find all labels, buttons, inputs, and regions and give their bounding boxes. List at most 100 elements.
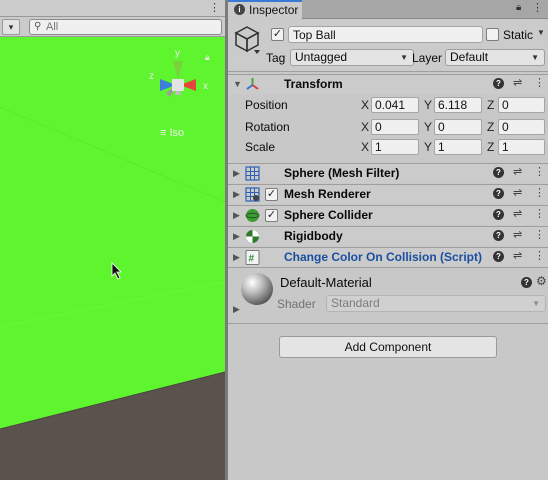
- search-icon: ⚲: [34, 21, 42, 32]
- shader-value: Standard: [331, 296, 380, 310]
- gizmo-lock-icon[interactable]: 🔒︎: [205, 52, 210, 63]
- layer-value: Default: [450, 50, 489, 64]
- component-name: Rigidbody: [284, 229, 343, 243]
- gameobject-cube-icon[interactable]: [234, 25, 260, 55]
- component-name: Mesh Renderer: [284, 187, 371, 201]
- scene-view: ⋮ ▾ ⚲ All y x z 🔒︎ ≡ Iso: [0, 0, 225, 480]
- scene-menu-icon[interactable]: ⋮: [209, 1, 220, 15]
- sphere-collider-enabled-checkbox[interactable]: ✓: [265, 209, 278, 222]
- gear-icon[interactable]: ⚙: [536, 274, 547, 288]
- y-axis-label[interactable]: Y: [424, 140, 432, 154]
- script-icon: #: [245, 250, 260, 265]
- mesh-renderer-enabled-checkbox[interactable]: ✓: [265, 188, 278, 201]
- tag-dropdown[interactable]: Untagged ▼: [290, 49, 414, 66]
- help-icon[interactable]: ?: [493, 251, 504, 262]
- position-label: Position: [245, 98, 288, 112]
- tab-inspector[interactable]: i Inspector: [228, 0, 302, 19]
- projection-label: Iso: [169, 127, 185, 139]
- help-icon[interactable]: ?: [493, 230, 504, 241]
- tag-value: Untagged: [295, 50, 348, 64]
- scene-search-box[interactable]: ⚲: [29, 19, 222, 35]
- mesh-filter-icon: [245, 166, 260, 181]
- mesh-renderer-icon: [245, 187, 260, 202]
- presets-icon[interactable]: ⇌: [513, 186, 522, 199]
- x-axis-label[interactable]: X: [361, 98, 369, 112]
- info-icon: i: [234, 4, 245, 15]
- inspector-menu-icon[interactable]: ⋮: [532, 1, 543, 14]
- scene-search-bar: ▾ ⚲: [0, 17, 225, 37]
- presets-icon[interactable]: ⇌: [513, 165, 522, 178]
- svg-text:x: x: [203, 81, 208, 92]
- component-script[interactable]: ▶ # Change Color On Collision (Script) ?…: [228, 247, 548, 267]
- presets-icon[interactable]: ⇌: [513, 207, 522, 220]
- position-x-field[interactable]: [371, 97, 419, 113]
- scale-z-field[interactable]: [498, 139, 545, 155]
- rotation-y-field[interactable]: [434, 119, 482, 135]
- more-icon[interactable]: ⋮: [534, 186, 545, 199]
- help-icon[interactable]: ?: [493, 209, 504, 220]
- projection-mode[interactable]: ≡ Iso: [160, 127, 184, 139]
- presets-icon[interactable]: ⇌: [513, 228, 522, 241]
- static-dropdown-icon[interactable]: ▼: [537, 28, 545, 37]
- component-transform[interactable]: ▼ Transform ? ⇌ ⋮: [228, 74, 548, 94]
- orientation-gizmo[interactable]: y x z 🔒︎: [148, 45, 214, 119]
- foldout-closed-icon[interactable]: ▶: [233, 168, 240, 179]
- help-icon[interactable]: ?: [521, 277, 532, 288]
- position-y-field[interactable]: [434, 97, 482, 113]
- add-component-button[interactable]: Add Component: [279, 336, 497, 358]
- more-icon[interactable]: ⋮: [534, 249, 545, 262]
- object-name-field[interactable]: [288, 26, 483, 43]
- more-icon[interactable]: ⋮: [534, 76, 545, 89]
- layer-label: Layer: [412, 51, 443, 65]
- x-axis-label[interactable]: X: [361, 140, 369, 154]
- scene-toolbar: ⋮: [0, 0, 225, 17]
- foldout-closed-icon[interactable]: ▶: [233, 304, 240, 315]
- scene-search-input[interactable]: [46, 20, 216, 34]
- z-axis-label[interactable]: Z: [487, 140, 494, 154]
- help-icon[interactable]: ?: [493, 167, 504, 178]
- transform-fields: Position X Y Z Rotation X Y Z Scale X Y …: [228, 95, 548, 165]
- shader-label: Shader: [277, 297, 316, 311]
- scale-x-field[interactable]: [371, 139, 419, 155]
- more-icon[interactable]: ⋮: [534, 228, 545, 241]
- scale-y-field[interactable]: [434, 139, 482, 155]
- position-z-field[interactable]: [498, 97, 545, 113]
- component-sphere-collider[interactable]: ▶ ✓ Sphere Collider ? ⇌ ⋮: [228, 205, 548, 225]
- scene-canvas[interactable]: y x z 🔒︎ ≡ Iso: [0, 37, 225, 480]
- shader-dropdown[interactable]: Standard ▼: [326, 295, 546, 312]
- presets-icon[interactable]: ⇌: [513, 249, 522, 262]
- component-name: Sphere (Mesh Filter): [284, 166, 400, 180]
- foldout-closed-icon[interactable]: ▶: [233, 231, 240, 242]
- inspector-lock-icon[interactable]: 🔒︎: [516, 2, 521, 13]
- component-name: Change Color On Collision (Script): [284, 250, 482, 264]
- foldout-closed-icon[interactable]: ▶: [233, 189, 240, 200]
- component-rigidbody[interactable]: ▶ Rigidbody ? ⇌ ⋮: [228, 226, 548, 246]
- foldout-closed-icon[interactable]: ▶: [233, 252, 240, 263]
- tag-label: Tag: [266, 51, 286, 65]
- y-axis-label[interactable]: Y: [424, 120, 432, 134]
- more-icon[interactable]: ⋮: [534, 165, 545, 178]
- mouse-cursor-icon: [111, 262, 122, 280]
- component-mesh-renderer[interactable]: ▶ ✓ Mesh Renderer ? ⇌ ⋮: [228, 184, 548, 204]
- active-checkbox[interactable]: ✓: [271, 28, 284, 41]
- static-checkbox[interactable]: [486, 28, 499, 41]
- help-icon[interactable]: ?: [493, 78, 504, 89]
- presets-icon[interactable]: ⇌: [513, 76, 522, 89]
- foldout-open-icon[interactable]: ▼: [233, 79, 242, 89]
- component-mesh-filter[interactable]: ▶ Sphere (Mesh Filter) ? ⇌ ⋮: [228, 163, 548, 183]
- foldout-closed-icon[interactable]: ▶: [233, 210, 240, 221]
- x-axis-label[interactable]: X: [361, 120, 369, 134]
- rigidbody-icon: [246, 230, 259, 243]
- scale-label: Scale: [245, 140, 276, 154]
- draw-mode-dropdown[interactable]: ▾: [2, 19, 20, 35]
- material-preview-icon[interactable]: [241, 273, 273, 305]
- more-icon[interactable]: ⋮: [534, 207, 545, 220]
- z-axis-label[interactable]: Z: [487, 98, 494, 112]
- y-axis-label[interactable]: Y: [424, 98, 432, 112]
- help-icon[interactable]: ?: [493, 188, 504, 199]
- rotation-z-field[interactable]: [498, 119, 545, 135]
- position-row: Position X Y Z: [228, 95, 548, 115]
- rotation-x-field[interactable]: [371, 119, 419, 135]
- z-axis-label[interactable]: Z: [487, 120, 494, 134]
- layer-dropdown[interactable]: Default ▼: [445, 49, 545, 66]
